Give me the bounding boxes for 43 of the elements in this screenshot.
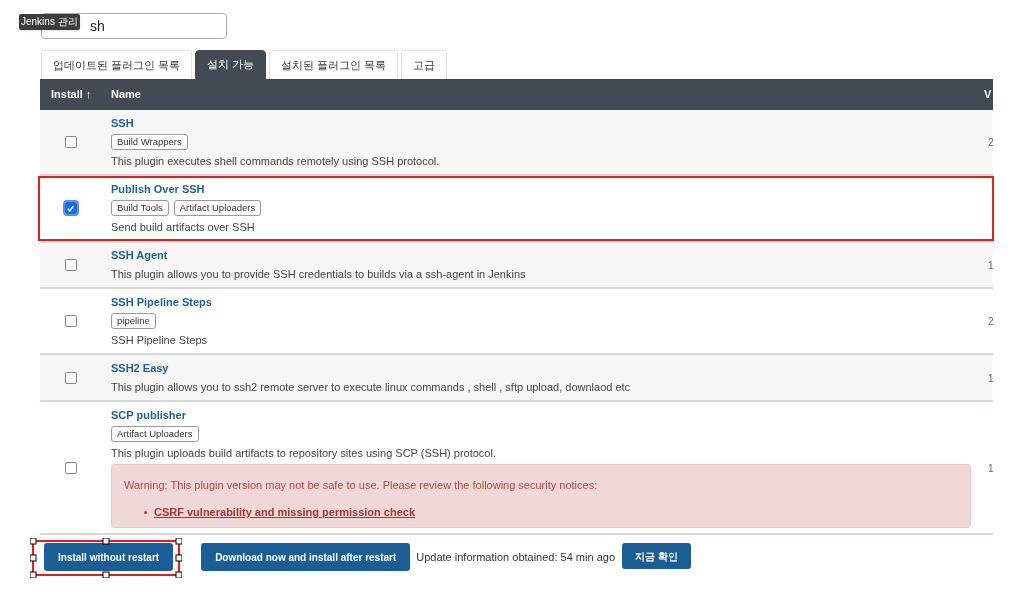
plugin-link[interactable]: SCP publisher [111,407,186,423]
plugin-description: SSH Pipeline Steps [111,333,208,348]
tab[interactable]: 설치된 플러그인 목록 [269,50,399,79]
tag-link[interactable]: Build Tools [111,200,169,216]
install-button[interactable]: Install without restart [44,543,174,571]
plugin-description: Send build artifacts over SSH [111,220,256,235]
checkbox[interactable] [64,315,77,327]
tab[interactable]: 고급 [401,50,448,79]
plugin-link[interactable]: SSH [111,115,134,131]
update-status: Update information obtained: 54 min ago [416,550,615,565]
warning-text: Warning: This plugin version may not be safe to use. Please review the following security notices: [124,478,599,492]
checkbox[interactable] [64,258,77,271]
plugin-description: This plugin allows you to provide SSH credentials to builds via a ssh-agent in Jenkins [111,267,527,282]
tooltip: Jenkins 관리 [19,14,80,30]
tab[interactable]: 설치 가능 [195,50,267,79]
tag-link[interactable]: Artifact Uploaders [173,200,262,216]
tab[interactable]: 업데이트된 플러그인 목록 [41,50,193,79]
tag-link[interactable]: Artifact Uploaders [111,426,199,442]
plugin-description: This plugin uploads build artifacts to repository sites using SCP (SSH) protocol. [111,446,497,461]
tag-link[interactable]: Build Wrappers [111,134,188,150]
security-notice-link[interactable]: CSRF vulnerability and missing permission check [154,504,416,521]
version-text: 1 [988,258,994,272]
plugin-link[interactable]: Publish Over SSH [111,181,205,197]
checkbox[interactable] [64,202,77,214]
bullet-icon [144,510,147,514]
version-text: 2 [988,135,994,150]
plugin-description: This plugin allows you to ssh2 remote server to execute linux commands , shell , sftp upload, downlaod etc [111,380,632,395]
version-text: 1 [988,461,994,475]
checkbox[interactable] [64,371,77,384]
version-text: 2 [988,314,994,329]
checkbox[interactable] [64,461,77,474]
plugin-link[interactable]: SSH Pipeline Steps [111,294,212,310]
version-text: 1 [988,371,994,385]
column-header[interactable]: V [984,87,992,101]
plugin-link[interactable]: SSH2 Easy [111,360,169,376]
check-now-button[interactable]: 지금 확인 [622,543,691,569]
plugin-link[interactable]: SSH Agent [111,247,168,263]
column-header[interactable]: Install ↑ [51,86,111,103]
plugin-description: This plugin executes shell commands remotely using SSH protocol. [111,154,441,169]
tag-link[interactable]: pipeline [111,313,156,329]
checkbox[interactable] [64,136,77,148]
column-header[interactable]: Name [111,86,141,103]
install-button[interactable]: Download now and install after restart [201,543,411,571]
